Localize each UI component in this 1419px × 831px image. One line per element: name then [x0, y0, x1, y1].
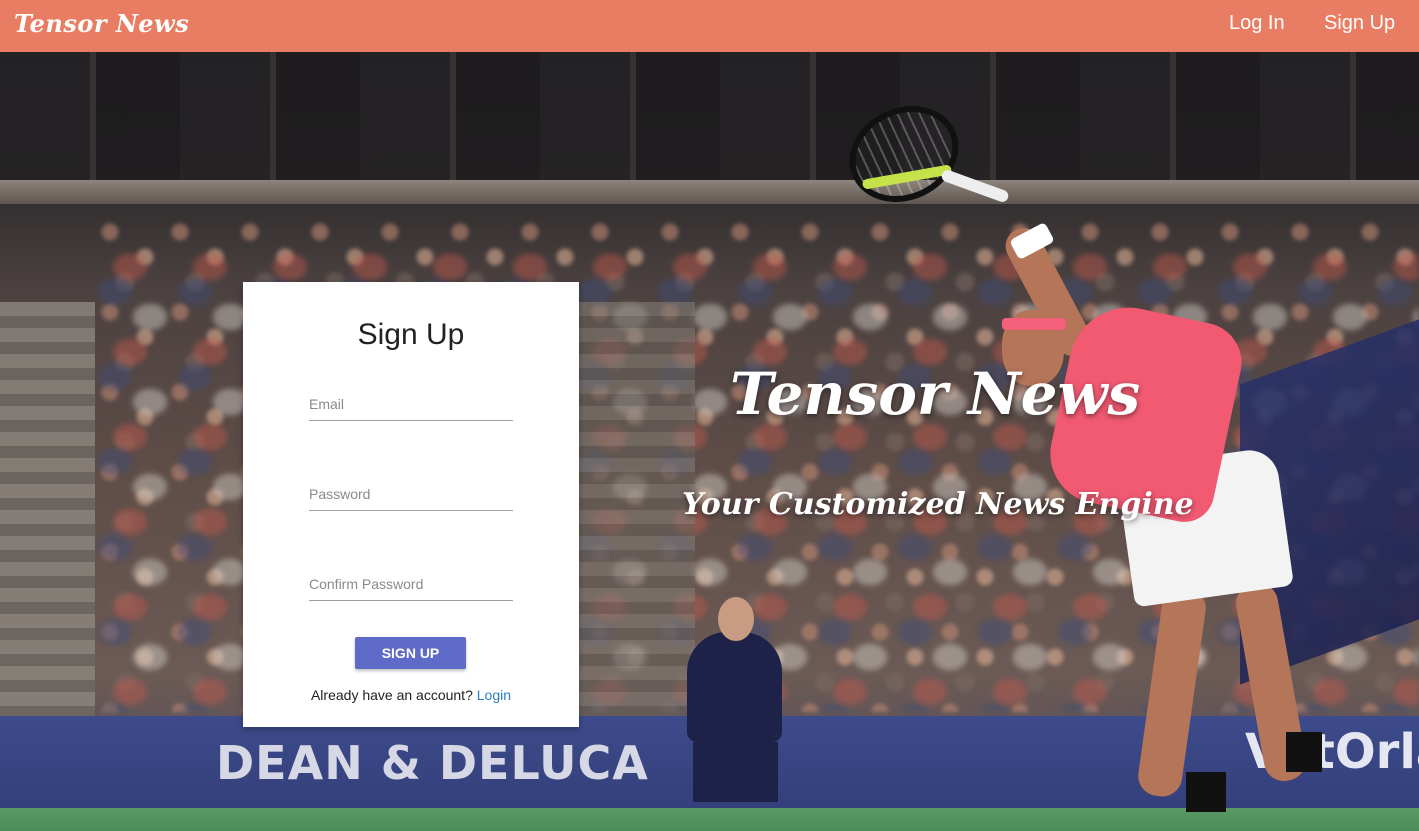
hero-subtitle: Your Customized News Engine: [682, 487, 1194, 522]
player-sock-left: [1186, 772, 1226, 812]
signup-submit-button[interactable]: SIGN UP: [355, 637, 466, 669]
stairs-left: [0, 302, 95, 722]
stairs-middle: [575, 302, 695, 722]
banner-left-text: DEAN & DELUCA: [216, 736, 649, 790]
login-prompt-text: Already have an account?: [310, 687, 473, 703]
brand-logo[interactable]: Tensor News: [14, 9, 189, 38]
password-field[interactable]: [309, 478, 513, 511]
nav-signup-link[interactable]: Sign Up: [1324, 12, 1395, 35]
hero-title: Tensor News: [730, 360, 1141, 428]
player-headband: [1002, 318, 1066, 330]
player-sock-right: [1286, 732, 1322, 772]
background-photo: DEAN & DELUCA VatOrla: [0, 52, 1419, 831]
signup-card: Sign Up SIGN UP Already have an account?…: [243, 282, 579, 727]
top-navbar: Tensor News Log In Sign Up: [0, 0, 1419, 52]
signup-title: Sign Up: [357, 318, 465, 351]
confirm-password-field[interactable]: [309, 568, 513, 601]
nav-login-link[interactable]: Log In: [1229, 12, 1285, 35]
umpire-legs: [693, 742, 778, 802]
login-link[interactable]: Login: [477, 687, 511, 703]
umpire-head: [718, 597, 754, 641]
email-field[interactable]: [309, 388, 513, 421]
login-prompt: Already have an account? Login: [243, 687, 579, 703]
stadium-rail: [0, 180, 1419, 204]
umpire-body: [687, 632, 782, 742]
upper-deck: [0, 52, 1419, 182]
